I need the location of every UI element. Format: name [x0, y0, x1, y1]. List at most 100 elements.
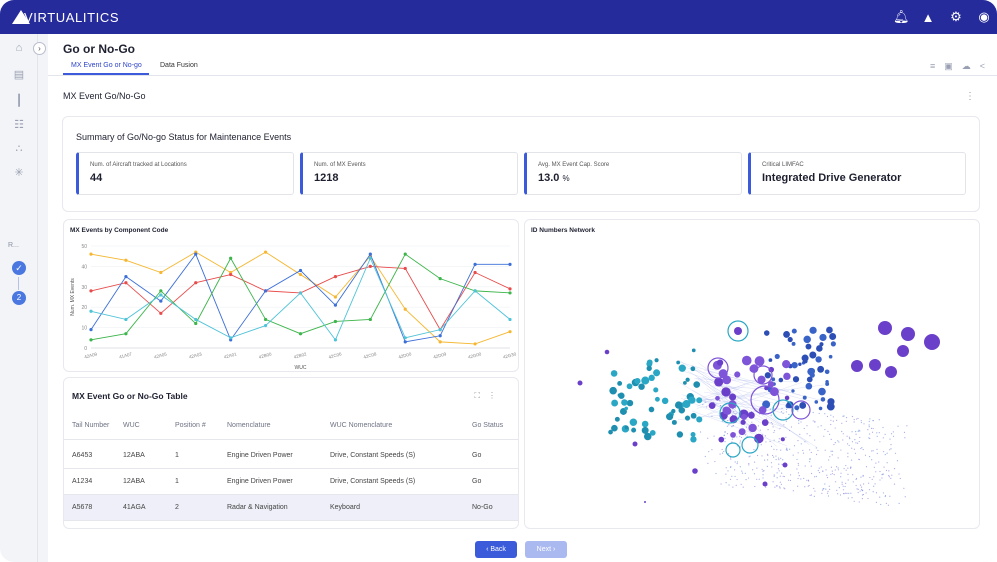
network-dust	[808, 480, 810, 482]
network-dust	[828, 485, 830, 487]
back-button[interactable]: ‹ Back	[475, 541, 517, 558]
kpi-value: 13.0 %	[538, 172, 570, 184]
network-dust	[837, 493, 839, 495]
network-dust	[885, 502, 887, 504]
network-dust	[783, 424, 785, 426]
network-dust	[834, 427, 836, 429]
table-tools: ⛶ ⋮	[474, 391, 496, 401]
series-point	[159, 293, 163, 297]
network-dust	[868, 482, 870, 484]
line-chart[interactable]: 0 10 20 30 40 50 42A09 41A07 42A05 42A03 42A01 42B0…	[64, 220, 520, 373]
bell-icon[interactable]: 🔔︎	[893, 9, 910, 25]
network-dust	[744, 472, 746, 474]
network-dust	[834, 481, 837, 483]
network-dust	[848, 436, 851, 438]
table-cell: Engine Driven Power	[227, 452, 293, 459]
network-dust	[906, 425, 908, 427]
dashboard-icon[interactable]: ☷	[0, 118, 38, 131]
column-header[interactable]: Tail Number	[72, 422, 109, 429]
network-node	[784, 395, 790, 401]
x-tick-label: 42A03	[188, 351, 202, 359]
network-dust	[823, 488, 825, 490]
network-dust	[897, 425, 899, 427]
network-dust	[882, 426, 884, 429]
user-icon[interactable]: ◉	[977, 9, 991, 25]
network-dust	[833, 474, 835, 476]
filter-icon[interactable]: ≡	[930, 61, 935, 72]
network-graph[interactable]	[525, 220, 981, 530]
comment-icon[interactable]: ▣	[944, 61, 953, 72]
network-dust	[740, 436, 743, 439]
document-icon[interactable]: ▤	[0, 68, 38, 81]
network-dust	[772, 481, 774, 483]
network-dust	[865, 492, 867, 494]
column-header[interactable]: Go Status	[472, 422, 503, 429]
network-dust	[855, 442, 857, 444]
column-header[interactable]: Position #	[175, 422, 206, 429]
hub-icon[interactable]: ✳	[0, 166, 38, 179]
network-dust	[797, 485, 799, 487]
expand-icon[interactable]: ⛶	[474, 391, 480, 401]
network-dust	[858, 501, 860, 503]
tab-mx-event-go-or-no-go[interactable]: MX Event Go or No-go	[71, 62, 142, 69]
network-dust	[736, 478, 738, 481]
network-dust	[860, 421, 862, 424]
tab-data-fusion[interactable]: Data Fusion	[160, 62, 198, 69]
y-tick-label: 0	[84, 346, 87, 352]
network-dust	[731, 441, 733, 443]
column-header[interactable]: WUC Nomenclature	[330, 422, 392, 429]
network-node	[816, 345, 823, 352]
network-dust	[855, 430, 857, 433]
share-icon[interactable]: <	[980, 61, 985, 72]
header-tools: ≡ ▣ ☁ <	[930, 61, 985, 72]
bar-chart-icon[interactable]: ┃	[0, 94, 38, 107]
network-dust	[830, 414, 832, 416]
series-point	[298, 272, 303, 277]
network-dust	[810, 494, 813, 496]
network-icon[interactable]: ∴	[0, 142, 38, 155]
network-dust	[845, 420, 847, 422]
network-node	[815, 356, 822, 363]
network-dust	[855, 433, 857, 435]
network-dust	[879, 441, 881, 443]
network-dust	[734, 475, 736, 478]
column-header[interactable]: Nomenclature	[227, 422, 271, 429]
network-dust	[890, 448, 892, 450]
cloud-icon[interactable]: ☁	[962, 61, 971, 72]
step-2-indicator[interactable]: 2	[12, 291, 26, 305]
table-row[interactable]: A5678 41AGA 2 Radar & Navigation Keyboar…	[64, 495, 518, 521]
network-dust	[829, 488, 831, 490]
network-dust	[781, 472, 783, 474]
network-node	[791, 361, 798, 369]
step-complete-icon[interactable]: ✓	[12, 261, 26, 275]
network-dust	[785, 436, 787, 438]
column-header[interactable]: WUC	[123, 422, 140, 429]
network-node	[802, 395, 807, 400]
table-menu-icon[interactable]: ⋮	[488, 391, 496, 401]
network-dust	[892, 431, 894, 433]
network-node	[754, 356, 765, 367]
network-dust	[714, 460, 716, 463]
network-dust	[731, 426, 733, 428]
network-dust	[707, 437, 709, 439]
x-tick-label: 42B02	[293, 351, 307, 359]
table-row[interactable]: A6453 12ABA 1 Engine Driven Power Drive,…	[64, 443, 518, 469]
network-dust	[815, 453, 818, 456]
network-dust	[814, 439, 816, 441]
network-dust	[843, 415, 845, 417]
x-tick-label: 42A05	[154, 351, 168, 359]
next-button[interactable]: Next ›	[525, 541, 567, 558]
alert-icon[interactable]: ▲	[921, 10, 935, 25]
settings-icon[interactable]: ⚙	[949, 9, 963, 25]
network-dust	[818, 471, 821, 474]
network-dust	[889, 438, 891, 440]
network-dust	[878, 432, 880, 434]
brand-logo[interactable]: VIRTUALITICS	[12, 10, 119, 25]
table-row[interactable]: A1234 12ABA 1 Engine Driven Power Drive,…	[64, 469, 518, 495]
expand-rail-button[interactable]: ›	[33, 42, 46, 55]
network-dust	[726, 433, 729, 435]
network-node	[809, 351, 817, 359]
network-node	[780, 437, 785, 442]
network-dust	[817, 426, 819, 428]
section-menu-icon[interactable]: ⋮	[965, 91, 975, 102]
